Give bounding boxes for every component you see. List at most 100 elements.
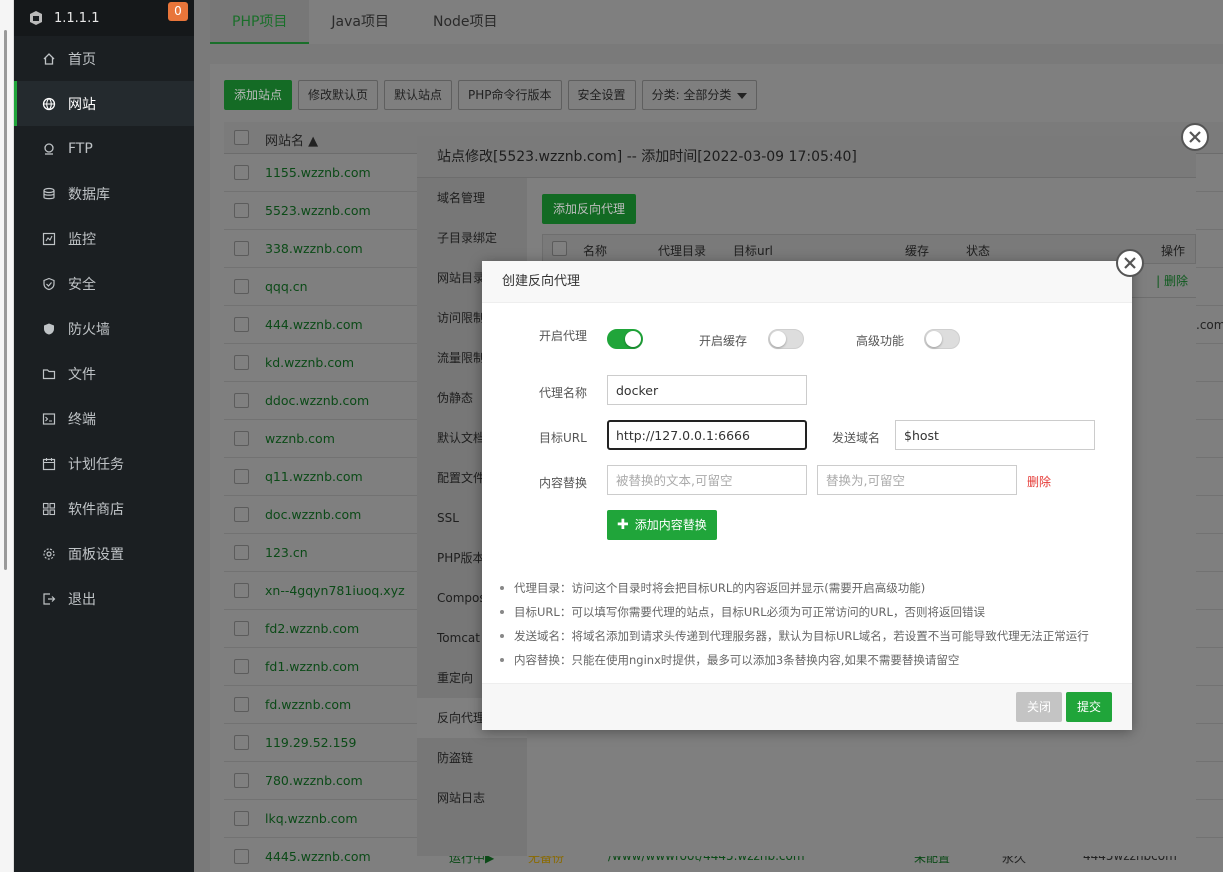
site-edit-menu-item[interactable]: 防盗链 (417, 738, 527, 778)
site-name-link[interactable]: doc.wzznb.com (265, 507, 361, 522)
add-content-replace-button[interactable]: ✚ 添加内容替换 (607, 510, 717, 540)
tip-item: 代理目录：访问这个目录时将会把目标URL的内容返回并显示(需要开启高级功能) (498, 576, 1123, 600)
sidebar-item-3[interactable]: 数据库 (14, 171, 194, 216)
row-checkbox[interactable] (234, 203, 249, 218)
site-edit-menu-item[interactable]: 网站日志 (417, 778, 527, 818)
message-badge[interactable]: 0 (168, 2, 188, 21)
sidebar-item-1[interactable]: 网站 (14, 81, 194, 126)
site-name-link[interactable]: xn--4gqyn781iuoq.xyz (265, 583, 405, 598)
add-site-button[interactable]: 添加站点 (224, 80, 293, 110)
default-site-button[interactable]: 默认站点 (384, 80, 453, 110)
site-name-link[interactable]: ddoc.wzznb.com (265, 393, 369, 408)
sidebar-item-6[interactable]: 防火墙 (14, 306, 194, 351)
terminal-icon (42, 412, 56, 426)
row-checkbox[interactable] (234, 545, 249, 560)
select-all-checkbox[interactable] (234, 130, 249, 145)
site-name-link[interactable]: lkq.wzznb.com (265, 811, 358, 826)
site-edit-menu-item[interactable]: 域名管理 (417, 178, 527, 218)
replace-to-input[interactable] (817, 465, 1017, 495)
tab-php[interactable]: PHP项目 (210, 0, 310, 44)
sidebar-item-8[interactable]: 终端 (14, 396, 194, 441)
advanced-toggle[interactable] (924, 329, 960, 349)
site-name-link[interactable]: 444.wzznb.com (265, 317, 363, 332)
sidebar-item-5[interactable]: 安全 (14, 261, 194, 306)
sidebar-item-12[interactable]: 退出 (14, 576, 194, 621)
site-name-link[interactable]: 119.29.52.159 (265, 735, 356, 750)
site-name-link[interactable]: 780.wzznb.com (265, 773, 363, 788)
target-url-input[interactable] (607, 420, 807, 450)
site-name-link[interactable]: qqq.cn (265, 279, 308, 294)
sidebar-item-4[interactable]: 监控 (14, 216, 194, 261)
sidebar-item-10[interactable]: 软件商店 (14, 486, 194, 531)
row-checkbox[interactable] (234, 697, 249, 712)
site-name-link[interactable]: wzznb.com (265, 431, 335, 446)
plus-icon: ✚ (617, 517, 629, 533)
site-name-link[interactable]: fd1.wzznb.com (265, 659, 359, 674)
inner-close-button[interactable] (1116, 249, 1144, 277)
site-edit-menu-item[interactable]: 子目录绑定 (417, 218, 527, 258)
sidebar-item-7[interactable]: 文件 (14, 351, 194, 396)
edit-default-page-button[interactable]: 修改默认页 (298, 80, 379, 110)
row-checkbox[interactable] (234, 583, 249, 598)
site-name-link[interactable]: 123.cn (265, 545, 308, 560)
sidebar-item-2[interactable]: FTP (14, 126, 194, 171)
col-site-name[interactable]: 网站名 ▲ (265, 130, 318, 149)
site-name-link[interactable]: 338.wzznb.com (265, 241, 363, 256)
site-name-link[interactable]: 5523.wzznb.com (265, 203, 371, 218)
outer-close-button[interactable] (1181, 123, 1209, 151)
security-settings-button[interactable]: 安全设置 (567, 80, 636, 110)
sidebar-item-9[interactable]: 计划任务 (14, 441, 194, 486)
close-button[interactable]: 关闭 (1016, 692, 1063, 722)
row-checkbox[interactable] (234, 773, 249, 788)
proxy-col-url: 目标url (733, 244, 773, 258)
sidebar-item-0[interactable]: 首页 (14, 36, 194, 81)
close-icon (1189, 131, 1201, 143)
enable-proxy-toggle[interactable] (607, 329, 643, 349)
scrollbar[interactable] (4, 30, 7, 570)
toggle-knob (770, 331, 786, 347)
send-host-input[interactable] (895, 420, 1095, 450)
row-checkbox[interactable] (234, 241, 249, 256)
sidebar-item-11[interactable]: 面板设置 (14, 531, 194, 576)
row-checkbox[interactable] (234, 317, 249, 332)
proxy-select-all-checkbox[interactable] (552, 241, 567, 256)
replace-from-input[interactable] (607, 465, 807, 495)
row-checkbox[interactable] (234, 849, 249, 864)
enable-proxy-label: 开启代理 (539, 329, 588, 343)
row-checkbox[interactable] (234, 469, 249, 484)
row-checkbox[interactable] (234, 621, 249, 636)
category-label: 分类: 全部分类 (651, 88, 732, 102)
sidebar-item-label: 面板设置 (68, 546, 124, 563)
site-name-link[interactable]: q11.wzznb.com (265, 469, 363, 484)
site-name-link[interactable]: fd.wzznb.com (265, 697, 351, 712)
sidebar-item-label: 首页 (68, 51, 96, 68)
toggle-knob (926, 331, 942, 347)
proxy-name-input[interactable] (607, 375, 807, 405)
row-checkbox[interactable] (234, 735, 249, 750)
submit-button[interactable]: 提交 (1066, 692, 1113, 722)
site-name-link[interactable]: 4445.wzznb.com (265, 849, 371, 864)
row-checkbox[interactable] (234, 355, 249, 370)
add-reverse-proxy-button[interactable]: 添加反向代理 (542, 194, 637, 224)
row-checkbox[interactable] (234, 165, 249, 180)
row-checkbox[interactable] (234, 659, 249, 674)
row-checkbox[interactable] (234, 811, 249, 826)
row-checkbox[interactable] (234, 507, 249, 522)
site-name-link[interactable]: 1155.wzznb.com (265, 165, 371, 180)
tab-node[interactable]: Node项目 (411, 0, 520, 44)
proxy-row-delete-text: 删除 (1163, 274, 1188, 288)
site-name-link[interactable]: kd.wzznb.com (265, 355, 354, 370)
enable-cache-toggle[interactable] (768, 329, 804, 349)
php-cli-version-button[interactable]: PHP命令行版本 (458, 80, 562, 110)
tab-java[interactable]: Java项目 (309, 0, 411, 44)
category-select[interactable]: 分类: 全部分类 (641, 80, 758, 110)
row-checkbox[interactable] (234, 279, 249, 294)
add-content-replace-label: 添加内容替换 (634, 518, 707, 532)
row-checkbox[interactable] (234, 393, 249, 408)
delete-replace-link[interactable]: 删除 (1027, 473, 1051, 490)
content-replace-label: 内容替换 (539, 476, 588, 490)
proxy-col-status: 状态 (966, 244, 991, 258)
site-name-link[interactable]: fd2.wzznb.com (265, 621, 359, 636)
proxy-row-delete-link[interactable]: | 删除 (1156, 272, 1188, 289)
row-checkbox[interactable] (234, 431, 249, 446)
